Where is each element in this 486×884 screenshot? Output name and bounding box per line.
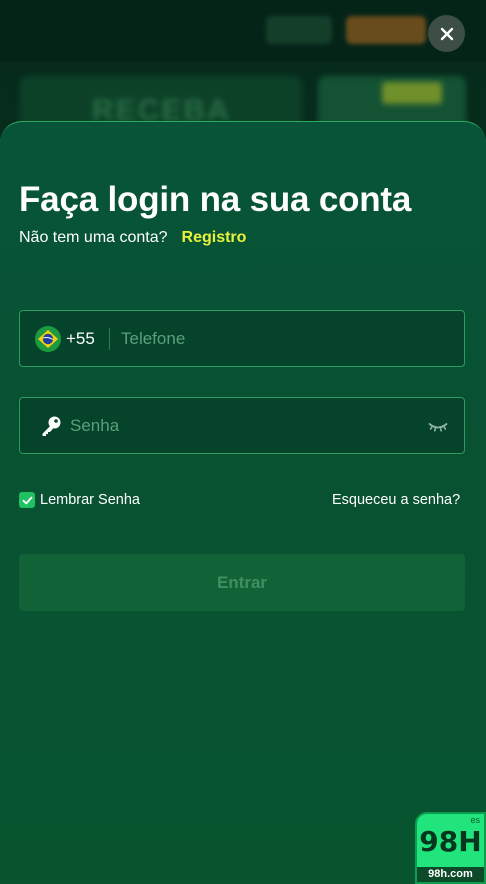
background-login-button	[266, 16, 332, 44]
remember-password-toggle[interactable]: Lembrar Senha	[19, 491, 140, 509]
brand-tag: es	[470, 815, 480, 825]
brand-site: 98h.com	[417, 867, 484, 882]
close-icon	[440, 27, 453, 40]
brand-badge[interactable]: es 98H 98h.com	[415, 812, 486, 884]
register-prompt: Não tem uma conta? Registro	[19, 228, 246, 248]
close-button[interactable]	[428, 15, 465, 52]
login-modal: Faça login na sua conta Não tem uma cont…	[0, 121, 486, 884]
key-icon	[42, 416, 61, 436]
field-divider	[109, 328, 110, 350]
remember-checkbox[interactable]	[19, 492, 35, 508]
brazil-flag-icon[interactable]	[35, 326, 61, 352]
brand-logo: 98H	[419, 825, 482, 858]
eye-closed-icon[interactable]	[428, 416, 448, 436]
forgot-password-link[interactable]: Esqueceu a senha?	[332, 491, 460, 509]
password-input[interactable]	[70, 398, 410, 453]
check-icon	[22, 496, 32, 504]
phone-input[interactable]	[121, 311, 451, 366]
remember-label: Lembrar Senha	[40, 492, 140, 508]
register-prompt-text: Não tem uma conta?	[19, 229, 168, 246]
country-code[interactable]: +55	[66, 329, 95, 349]
phone-field: +55	[19, 310, 465, 367]
background-register-button	[346, 16, 426, 44]
login-submit-button[interactable]: Entrar	[19, 554, 465, 611]
page-title: Faça login na sua conta	[19, 180, 412, 219]
password-field	[19, 397, 465, 454]
register-link[interactable]: Registro	[182, 229, 247, 246]
